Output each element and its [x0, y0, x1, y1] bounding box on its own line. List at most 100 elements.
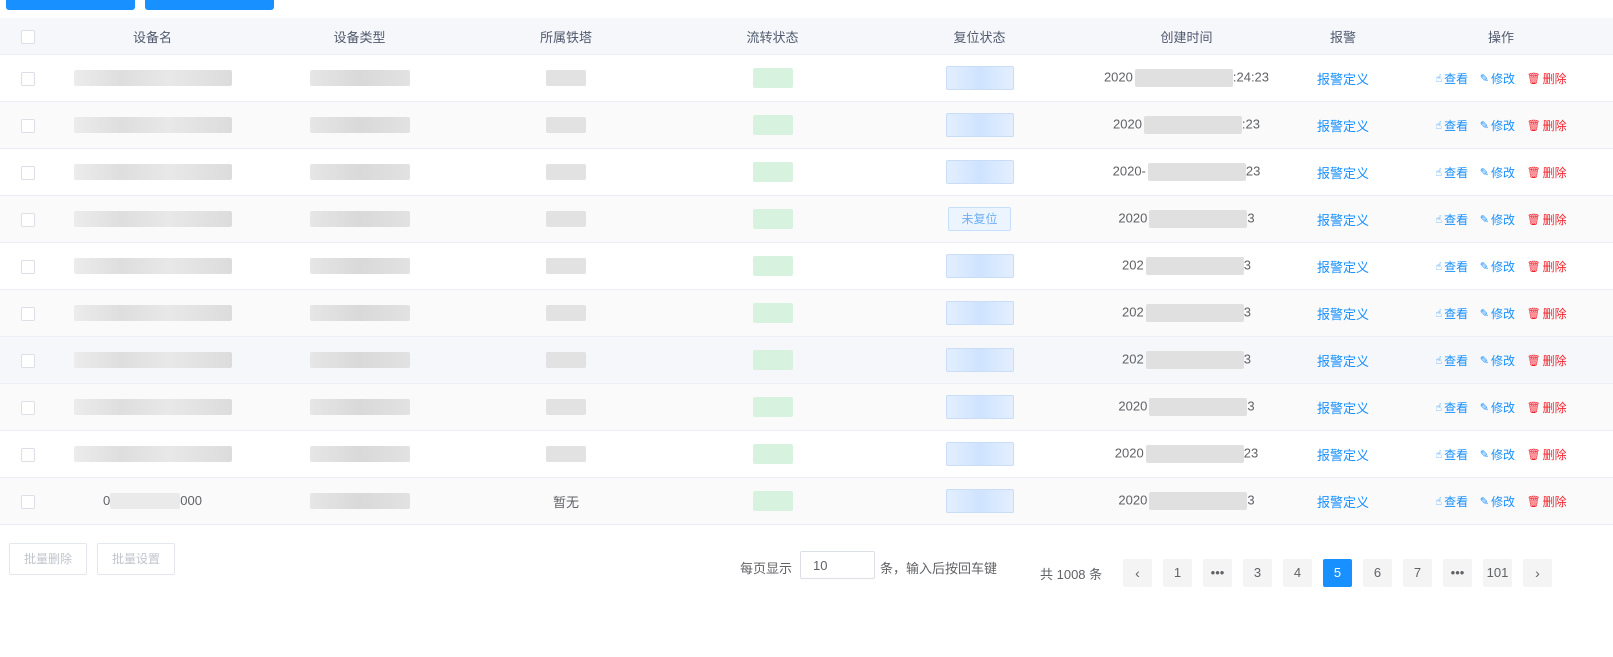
select-all-cell[interactable] — [0, 18, 56, 55]
row-select-cell[interactable] — [0, 54, 56, 102]
page-5[interactable]: 5 — [1323, 559, 1352, 587]
row-checkbox[interactable] — [21, 165, 35, 180]
edit-button[interactable]: ✎ 修改 — [1480, 164, 1515, 181]
delete-label: 删除 — [1542, 400, 1567, 415]
pointer-icon: ☝ — [1435, 213, 1443, 226]
view-button[interactable]: ☝ 查看 — [1435, 305, 1468, 322]
view-button[interactable]: ☝ 查看 — [1435, 70, 1468, 87]
header-flow-status[interactable]: 流转状态 — [662, 18, 883, 55]
delete-button[interactable]: 🗑 删除 — [1527, 446, 1567, 463]
edit-button[interactable]: ✎ 修改 — [1480, 211, 1515, 228]
table-row[interactable]: 2020:24:23 报警定义 ☝ 查看 ✎ 修改 🗑 删除 — [0, 54, 1613, 102]
delete-button[interactable]: 🗑 删除 — [1527, 211, 1567, 228]
edit-button[interactable]: ✎ 修改 — [1480, 305, 1515, 322]
table-row[interactable]: 202 3 报警定义 ☝ 查看 ✎ 修改 🗑 删除 — [0, 336, 1613, 384]
top-action-button-1[interactable] — [6, 0, 135, 10]
header-device-type[interactable]: 设备类型 — [249, 18, 470, 55]
row-checkbox[interactable] — [21, 259, 35, 274]
header-created-time[interactable]: 创建时间 — [1076, 18, 1297, 55]
edit-button[interactable]: ✎ 修改 — [1480, 493, 1515, 510]
delete-button[interactable]: 🗑 删除 — [1527, 117, 1567, 134]
row-select-cell[interactable] — [0, 148, 56, 196]
header-device-name[interactable]: 设备名 — [56, 18, 249, 55]
view-button[interactable]: ☝ 查看 — [1435, 164, 1468, 181]
edit-button[interactable]: ✎ 修改 — [1480, 117, 1515, 134]
view-button[interactable]: ☝ 查看 — [1435, 258, 1468, 275]
page-3[interactable]: 3 — [1243, 559, 1272, 587]
delete-button[interactable]: 🗑 删除 — [1527, 352, 1567, 369]
row-checkbox[interactable] — [21, 400, 35, 415]
row-checkbox[interactable] — [21, 71, 35, 86]
row-checkbox[interactable] — [21, 118, 35, 133]
created-time-cell: 2020 3 — [1076, 195, 1297, 243]
batch-delete-button[interactable]: 批量删除 — [9, 543, 88, 575]
next-page-button[interactable]: › — [1523, 559, 1552, 587]
alarm-definition-link[interactable]: 报警定义 — [1317, 401, 1369, 416]
alarm-definition-link[interactable]: 报警定义 — [1317, 495, 1369, 510]
table-row[interactable]: 202 3 报警定义 ☝ 查看 ✎ 修改 🗑 删除 — [0, 242, 1613, 290]
pagination: ‹ 1 ••• 3 4 5 6 7 ••• 101 › — [1123, 559, 1552, 587]
row-checkbox[interactable] — [21, 447, 35, 462]
view-button[interactable]: ☝ 查看 — [1435, 446, 1468, 463]
view-button[interactable]: ☝ 查看 — [1435, 117, 1468, 134]
row-select-cell[interactable] — [0, 242, 56, 290]
edit-button[interactable]: ✎ 修改 — [1480, 399, 1515, 416]
page-7[interactable]: 7 — [1403, 559, 1432, 587]
alarm-definition-link[interactable]: 报警定义 — [1317, 119, 1369, 134]
page-1[interactable]: 1 — [1163, 559, 1192, 587]
trash-icon: 🗑 — [1526, 213, 1541, 226]
edit-button[interactable]: ✎ 修改 — [1480, 446, 1515, 463]
page-101[interactable]: 101 — [1483, 559, 1512, 587]
header-reset-status[interactable]: 复位状态 — [883, 18, 1076, 55]
table-row[interactable]: 202 3 报警定义 ☝ 查看 ✎ 修改 🗑 删除 — [0, 289, 1613, 337]
alarm-definition-link[interactable]: 报警定义 — [1317, 448, 1369, 463]
view-button[interactable]: ☝ 查看 — [1435, 211, 1468, 228]
edit-label: 修改 — [1490, 71, 1515, 86]
alarm-definition-link[interactable]: 报警定义 — [1317, 213, 1369, 228]
batch-set-button[interactable]: 批量设置 — [97, 543, 176, 575]
alarm-definition-link[interactable]: 报警定义 — [1317, 72, 1369, 87]
row-select-cell[interactable] — [0, 430, 56, 478]
page-ellipsis[interactable]: ••• — [1203, 559, 1232, 587]
table-row[interactable]: 2020- 23 报警定义 ☝ 查看 ✎ 修改 🗑 删除 — [0, 148, 1613, 196]
row-select-cell[interactable] — [0, 336, 56, 384]
table-row[interactable]: 未复位 2020 3 报警定义 ☝ 查看 ✎ 修改 🗑 删除 — [0, 195, 1613, 243]
edit-button[interactable]: ✎ 修改 — [1480, 352, 1515, 369]
header-tower[interactable]: 所属铁塔 — [470, 18, 662, 55]
delete-button[interactable]: 🗑 删除 — [1527, 493, 1567, 510]
row-checkbox[interactable] — [21, 353, 35, 368]
page-4[interactable]: 4 — [1283, 559, 1312, 587]
table-row[interactable]: 0 000 暂无 2020 3 报警定义 ☝ 查看 ✎ 修改 🗑 删除 — [0, 477, 1613, 525]
delete-button[interactable]: 🗑 删除 — [1527, 70, 1567, 87]
prev-page-button[interactable]: ‹ — [1123, 559, 1152, 587]
alarm-definition-link[interactable]: 报警定义 — [1317, 354, 1369, 369]
row-select-cell[interactable] — [0, 101, 56, 149]
edit-button[interactable]: ✎ 修改 — [1480, 258, 1515, 275]
delete-button[interactable]: 🗑 删除 — [1527, 399, 1567, 416]
row-select-cell[interactable] — [0, 289, 56, 337]
top-action-button-2[interactable] — [145, 0, 274, 10]
edit-button[interactable]: ✎ 修改 — [1480, 70, 1515, 87]
row-select-cell[interactable] — [0, 195, 56, 243]
page-6[interactable]: 6 — [1363, 559, 1392, 587]
delete-button[interactable]: 🗑 删除 — [1527, 258, 1567, 275]
view-button[interactable]: ☝ 查看 — [1435, 493, 1468, 510]
select-all-checkbox[interactable] — [21, 29, 35, 44]
page-ellipsis[interactable]: ••• — [1443, 559, 1472, 587]
delete-button[interactable]: 🗑 删除 — [1527, 305, 1567, 322]
table-row[interactable]: 2020 3 报警定义 ☝ 查看 ✎ 修改 🗑 删除 — [0, 383, 1613, 431]
alarm-definition-link[interactable]: 报警定义 — [1317, 307, 1369, 322]
row-checkbox[interactable] — [21, 494, 35, 509]
view-button[interactable]: ☝ 查看 — [1435, 399, 1468, 416]
alarm-definition-link[interactable]: 报警定义 — [1317, 166, 1369, 181]
delete-button[interactable]: 🗑 删除 — [1527, 164, 1567, 181]
view-button[interactable]: ☝ 查看 — [1435, 352, 1468, 369]
alarm-definition-link[interactable]: 报警定义 — [1317, 260, 1369, 275]
row-checkbox[interactable] — [21, 306, 35, 321]
row-select-cell[interactable] — [0, 383, 56, 431]
row-checkbox[interactable] — [21, 212, 35, 227]
page-size-input[interactable] — [800, 551, 875, 579]
row-select-cell[interactable] — [0, 477, 56, 525]
table-row[interactable]: 2020 23 报警定义 ☝ 查看 ✎ 修改 🗑 删除 — [0, 430, 1613, 478]
table-row[interactable]: 2020:23 报警定义 ☝ 查看 ✎ 修改 🗑 删除 — [0, 101, 1613, 149]
